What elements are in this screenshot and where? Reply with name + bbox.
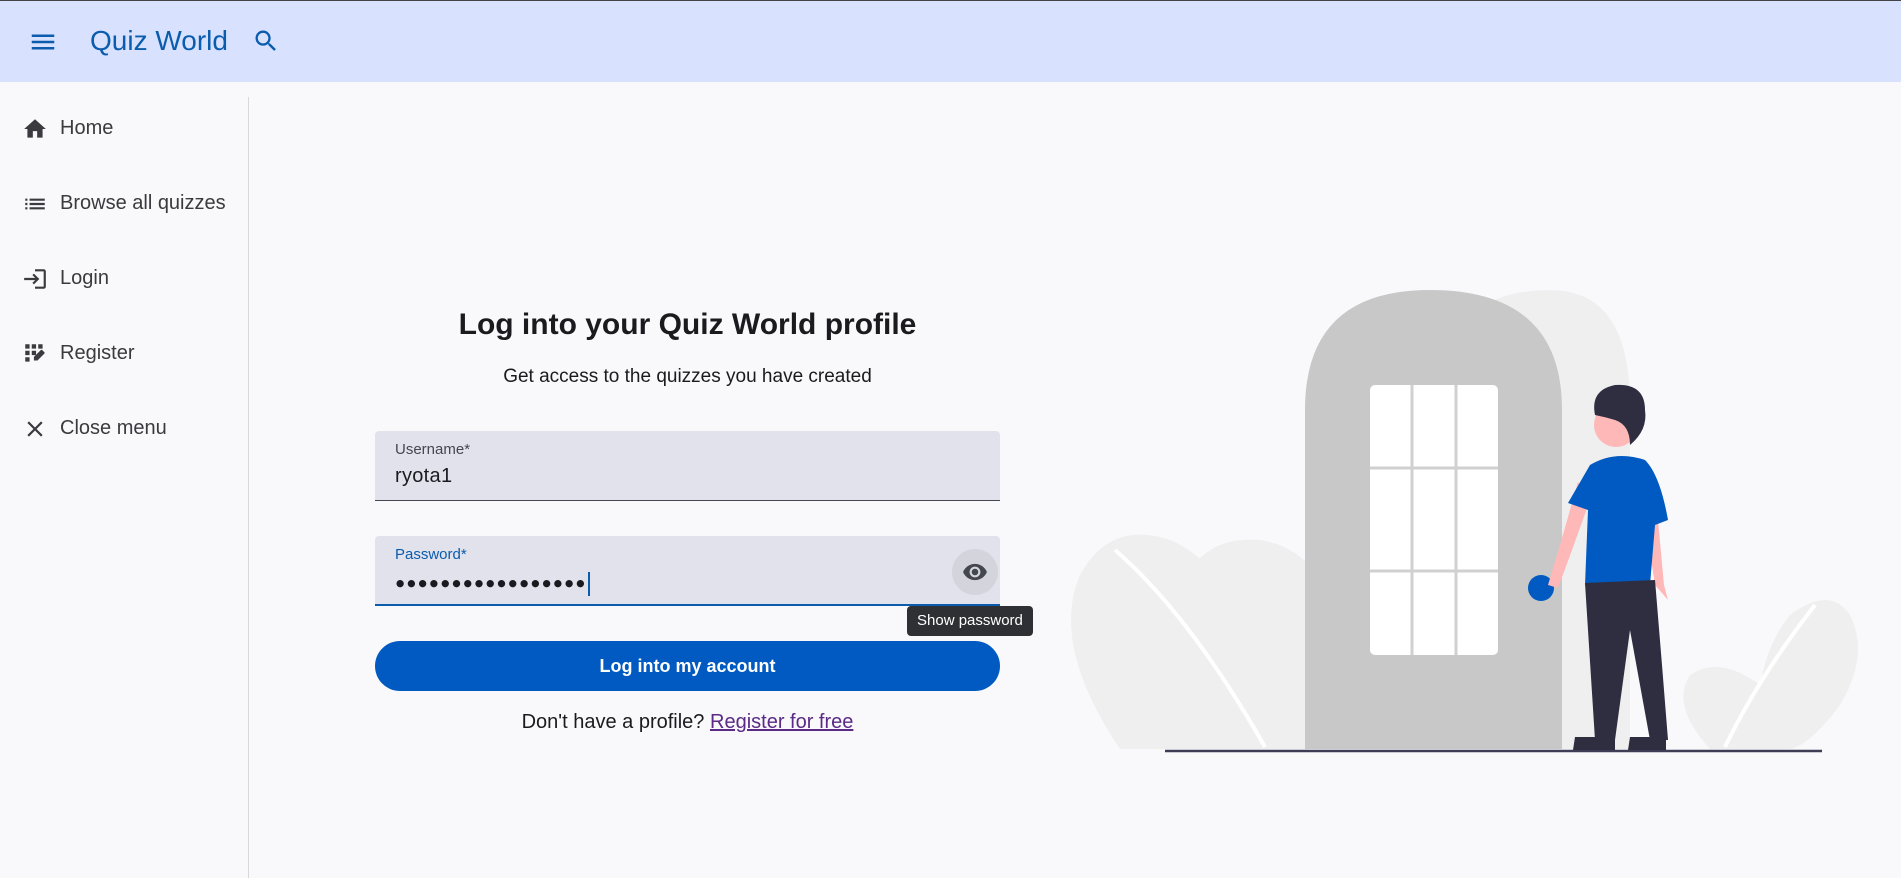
app-title[interactable]: Quiz World bbox=[90, 25, 228, 57]
password-label: Password* bbox=[395, 546, 467, 563]
register-link[interactable]: Register for free bbox=[710, 711, 853, 733]
search-icon[interactable] bbox=[252, 27, 282, 57]
sidebar-item-register[interactable]: Register bbox=[0, 322, 240, 382]
sidebar-item-label: Login bbox=[60, 267, 109, 289]
app-header: Quiz World bbox=[0, 0, 1901, 82]
password-masked-value: ●●●●●●●●●●●●●●●●● bbox=[395, 573, 587, 593]
close-icon bbox=[22, 416, 48, 442]
sidebar-item-home[interactable]: Home bbox=[0, 97, 240, 157]
door-illustration bbox=[1071, 290, 1858, 753]
login-icon bbox=[22, 266, 48, 292]
show-password-button[interactable] bbox=[952, 549, 998, 595]
username-field[interactable]: Username* ryota1 bbox=[375, 431, 1000, 501]
password-field[interactable]: Password* ●●●●●●●●●●●●●●●●● bbox=[375, 536, 1000, 606]
password-input[interactable]: ●●●●●●●●●●●●●●●●● bbox=[395, 572, 590, 596]
register-prompt: Don't have a profile? Register for free bbox=[375, 711, 1000, 734]
page-title: Log into your Quiz World profile bbox=[458, 308, 917, 341]
username-input[interactable]: ryota1 bbox=[395, 465, 452, 488]
username-label: Username* bbox=[395, 441, 471, 458]
sidebar-item-label: Browse all quizzes bbox=[60, 192, 226, 214]
text-caret bbox=[587, 572, 590, 596]
eye-icon bbox=[963, 563, 987, 581]
login-button[interactable]: Log into my account bbox=[375, 641, 1000, 691]
home-icon bbox=[22, 116, 48, 142]
sidebar-item-browse[interactable]: Browse all quizzes bbox=[0, 172, 240, 232]
sidebar-item-label: Close menu bbox=[60, 417, 167, 439]
list-icon bbox=[22, 191, 48, 217]
menu-icon[interactable] bbox=[28, 27, 62, 57]
register-prompt-text: Don't have a profile? bbox=[521, 711, 705, 733]
show-password-tooltip: Show password bbox=[907, 606, 1033, 636]
page-subtitle: Get access to the quizzes you have creat… bbox=[503, 366, 872, 387]
sidebar: Home Browse all quizzes Login Register C… bbox=[0, 97, 249, 878]
register-icon bbox=[22, 341, 48, 367]
sidebar-item-label: Home bbox=[60, 117, 114, 139]
sidebar-item-label: Register bbox=[60, 342, 135, 364]
sidebar-item-login[interactable]: Login bbox=[0, 247, 240, 307]
sidebar-item-close-menu[interactable]: Close menu bbox=[0, 397, 240, 457]
